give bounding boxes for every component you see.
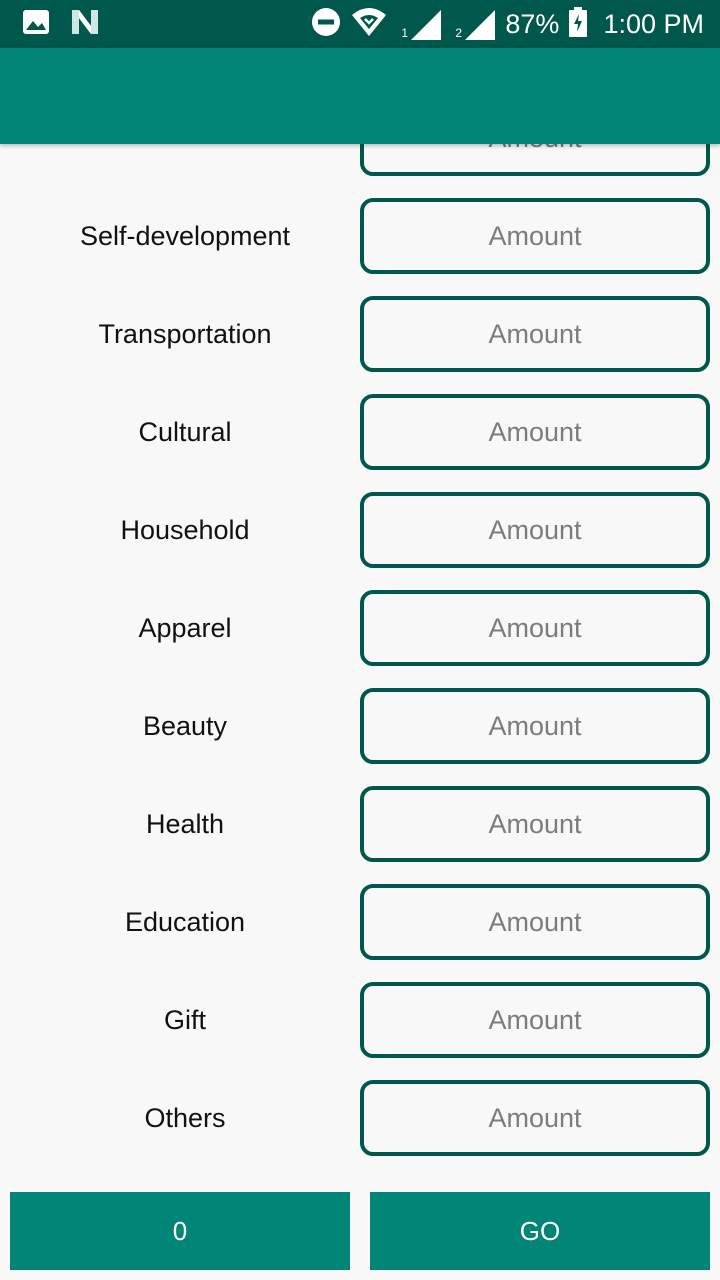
category-row: Apparel (0, 590, 720, 688)
sim1-label: 1 (401, 26, 409, 40)
category-row: Household (0, 492, 720, 590)
amount-input[interactable] (360, 786, 710, 862)
category-label: Cultural (138, 416, 232, 447)
n-app-icon (70, 8, 100, 41)
image-icon (22, 8, 50, 41)
category-label: Beauty (142, 710, 228, 741)
amount-input[interactable] (360, 590, 710, 666)
total-button[interactable]: 0 (10, 1192, 350, 1270)
category-row: Transportation (0, 296, 720, 394)
signal-sim2-icon: 2 (451, 8, 496, 40)
go-button[interactable]: GO (370, 1192, 710, 1270)
amount-input[interactable] (360, 982, 710, 1058)
amount-input[interactable] (360, 688, 710, 764)
amount-input[interactable] (360, 884, 710, 960)
category-label: Education (124, 906, 246, 937)
status-bar: 1 2 87% 1:00 PM (0, 0, 720, 48)
category-row: Others (0, 1080, 720, 1178)
category-row: Health (0, 786, 720, 884)
category-row: Gift (0, 982, 720, 1080)
signal-sim1-icon: 1 (397, 8, 442, 40)
clock: 1:00 PM (603, 8, 704, 39)
category-list[interactable]: Self-development Transportation Cultural Ho… (0, 144, 720, 1180)
amount-input[interactable] (360, 144, 710, 176)
amount-input[interactable] (360, 394, 710, 470)
app-bar (0, 48, 720, 144)
wifi-icon (351, 7, 387, 42)
sim2-label: 2 (455, 26, 463, 40)
category-row: Education (0, 884, 720, 982)
category-row (0, 144, 720, 198)
category-row: Beauty (0, 688, 720, 786)
category-label: Apparel (138, 612, 232, 643)
category-row: Cultural (0, 394, 720, 492)
category-label (10, 144, 360, 176)
category-label: Gift (163, 1004, 206, 1035)
amount-input[interactable] (360, 1080, 710, 1156)
category-label: Self-development (79, 220, 291, 251)
category-row: Self-development (0, 198, 720, 296)
amount-input[interactable] (360, 296, 710, 372)
battery-percent: 87% (505, 8, 560, 39)
category-label: Household (120, 514, 250, 545)
do-not-disturb-icon (311, 7, 341, 42)
category-label: Transportation (98, 318, 272, 349)
amount-input[interactable] (360, 492, 710, 568)
battery-charging-icon (569, 6, 588, 42)
category-label: Others (144, 1102, 226, 1133)
category-label: Health (145, 808, 225, 839)
amount-input[interactable] (360, 198, 710, 274)
